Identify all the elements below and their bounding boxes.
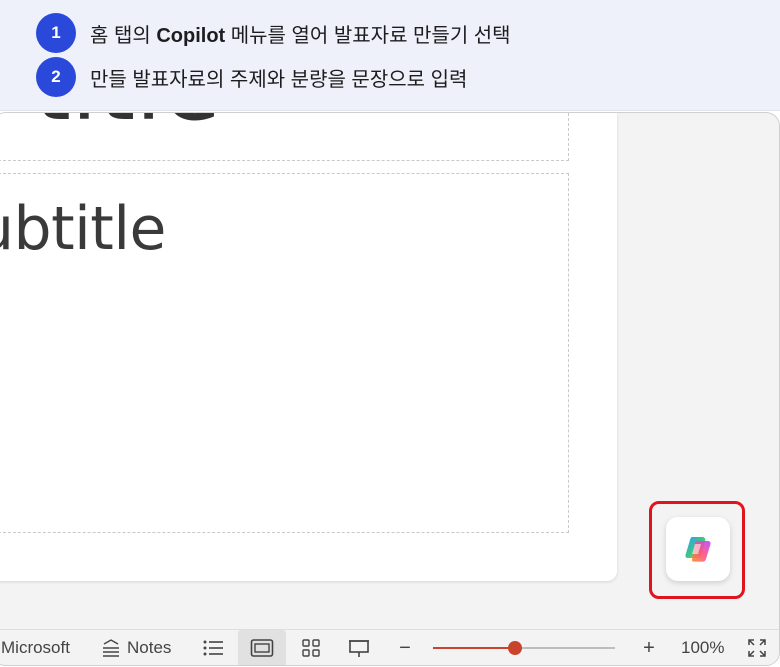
step-number-badge: 1	[36, 13, 76, 53]
slide-sorter-icon	[302, 639, 320, 657]
presenter-view-icon	[349, 640, 369, 657]
outline-view-icon	[203, 640, 223, 656]
title-placeholder-text: a title	[0, 113, 221, 142]
subtitle-placeholder-text: ubtitle	[0, 194, 166, 264]
slide-canvas[interactable]: a title ubtitle	[0, 113, 617, 581]
fit-to-window-button[interactable]	[745, 630, 769, 665]
step-number-badge: 2	[36, 57, 76, 97]
zoom-level-button[interactable]: 100%	[681, 630, 725, 665]
presenter-view-button[interactable]	[345, 630, 373, 665]
subtitle-placeholder[interactable]: ubtitle	[0, 173, 569, 533]
slide-sorter-button[interactable]	[297, 630, 325, 665]
step-1-text-after: 메뉴를 열어 발표자료 만들기 선택	[225, 24, 511, 47]
instruction-banner: 1 홈 탭의 Copilot 메뉴를 열어 발표자료 만들기 선택 2 만들 발…	[0, 0, 780, 111]
zoom-slider-thumb[interactable]	[507, 641, 522, 655]
status-bar: Microsoft Notes − + 100%	[0, 629, 779, 665]
notes-icon	[103, 639, 119, 657]
zoom-out-button[interactable]: −	[395, 630, 415, 665]
powerpoint-window: a title ubtitle	[0, 112, 780, 666]
step-1-text-bold: Copilot	[156, 24, 226, 47]
copilot-button[interactable]	[666, 517, 730, 581]
normal-view-button[interactable]	[238, 630, 286, 665]
zoom-minus-glyph: −	[399, 636, 411, 659]
copilot-icon	[685, 537, 711, 562]
zoom-slider[interactable]	[433, 630, 615, 665]
fit-to-window-icon	[748, 639, 766, 657]
outline-view-button[interactable]	[199, 630, 227, 665]
feedback-microsoft-label[interactable]: Microsoft	[1, 630, 70, 665]
step-2-text: 만들 발표자료의 주제와 분량을 문장으로 입력	[90, 68, 468, 91]
step-1: 1 홈 탭의 Copilot 메뉴를 열어 발표자료 만들기 선택	[36, 13, 511, 53]
zoom-in-button[interactable]: +	[639, 630, 659, 665]
step-2: 2 만들 발표자료의 주제와 분량을 문장으로 입력	[36, 57, 467, 97]
step-1-text: 홈 탭의 Copilot 메뉴를 열어 발표자료 만들기 선택	[90, 19, 511, 48]
notes-button[interactable]: Notes	[101, 630, 172, 665]
zoom-slider-fill	[433, 647, 515, 649]
step-1-text-before: 홈 탭의	[90, 24, 157, 47]
normal-view-icon	[250, 639, 274, 657]
zoom-plus-glyph: +	[643, 636, 655, 659]
zoom-level-label: 100%	[681, 638, 725, 657]
microsoft-label-text: Microsoft	[1, 638, 70, 657]
notes-label: Notes	[127, 638, 172, 657]
title-placeholder[interactable]: a title	[0, 113, 569, 161]
